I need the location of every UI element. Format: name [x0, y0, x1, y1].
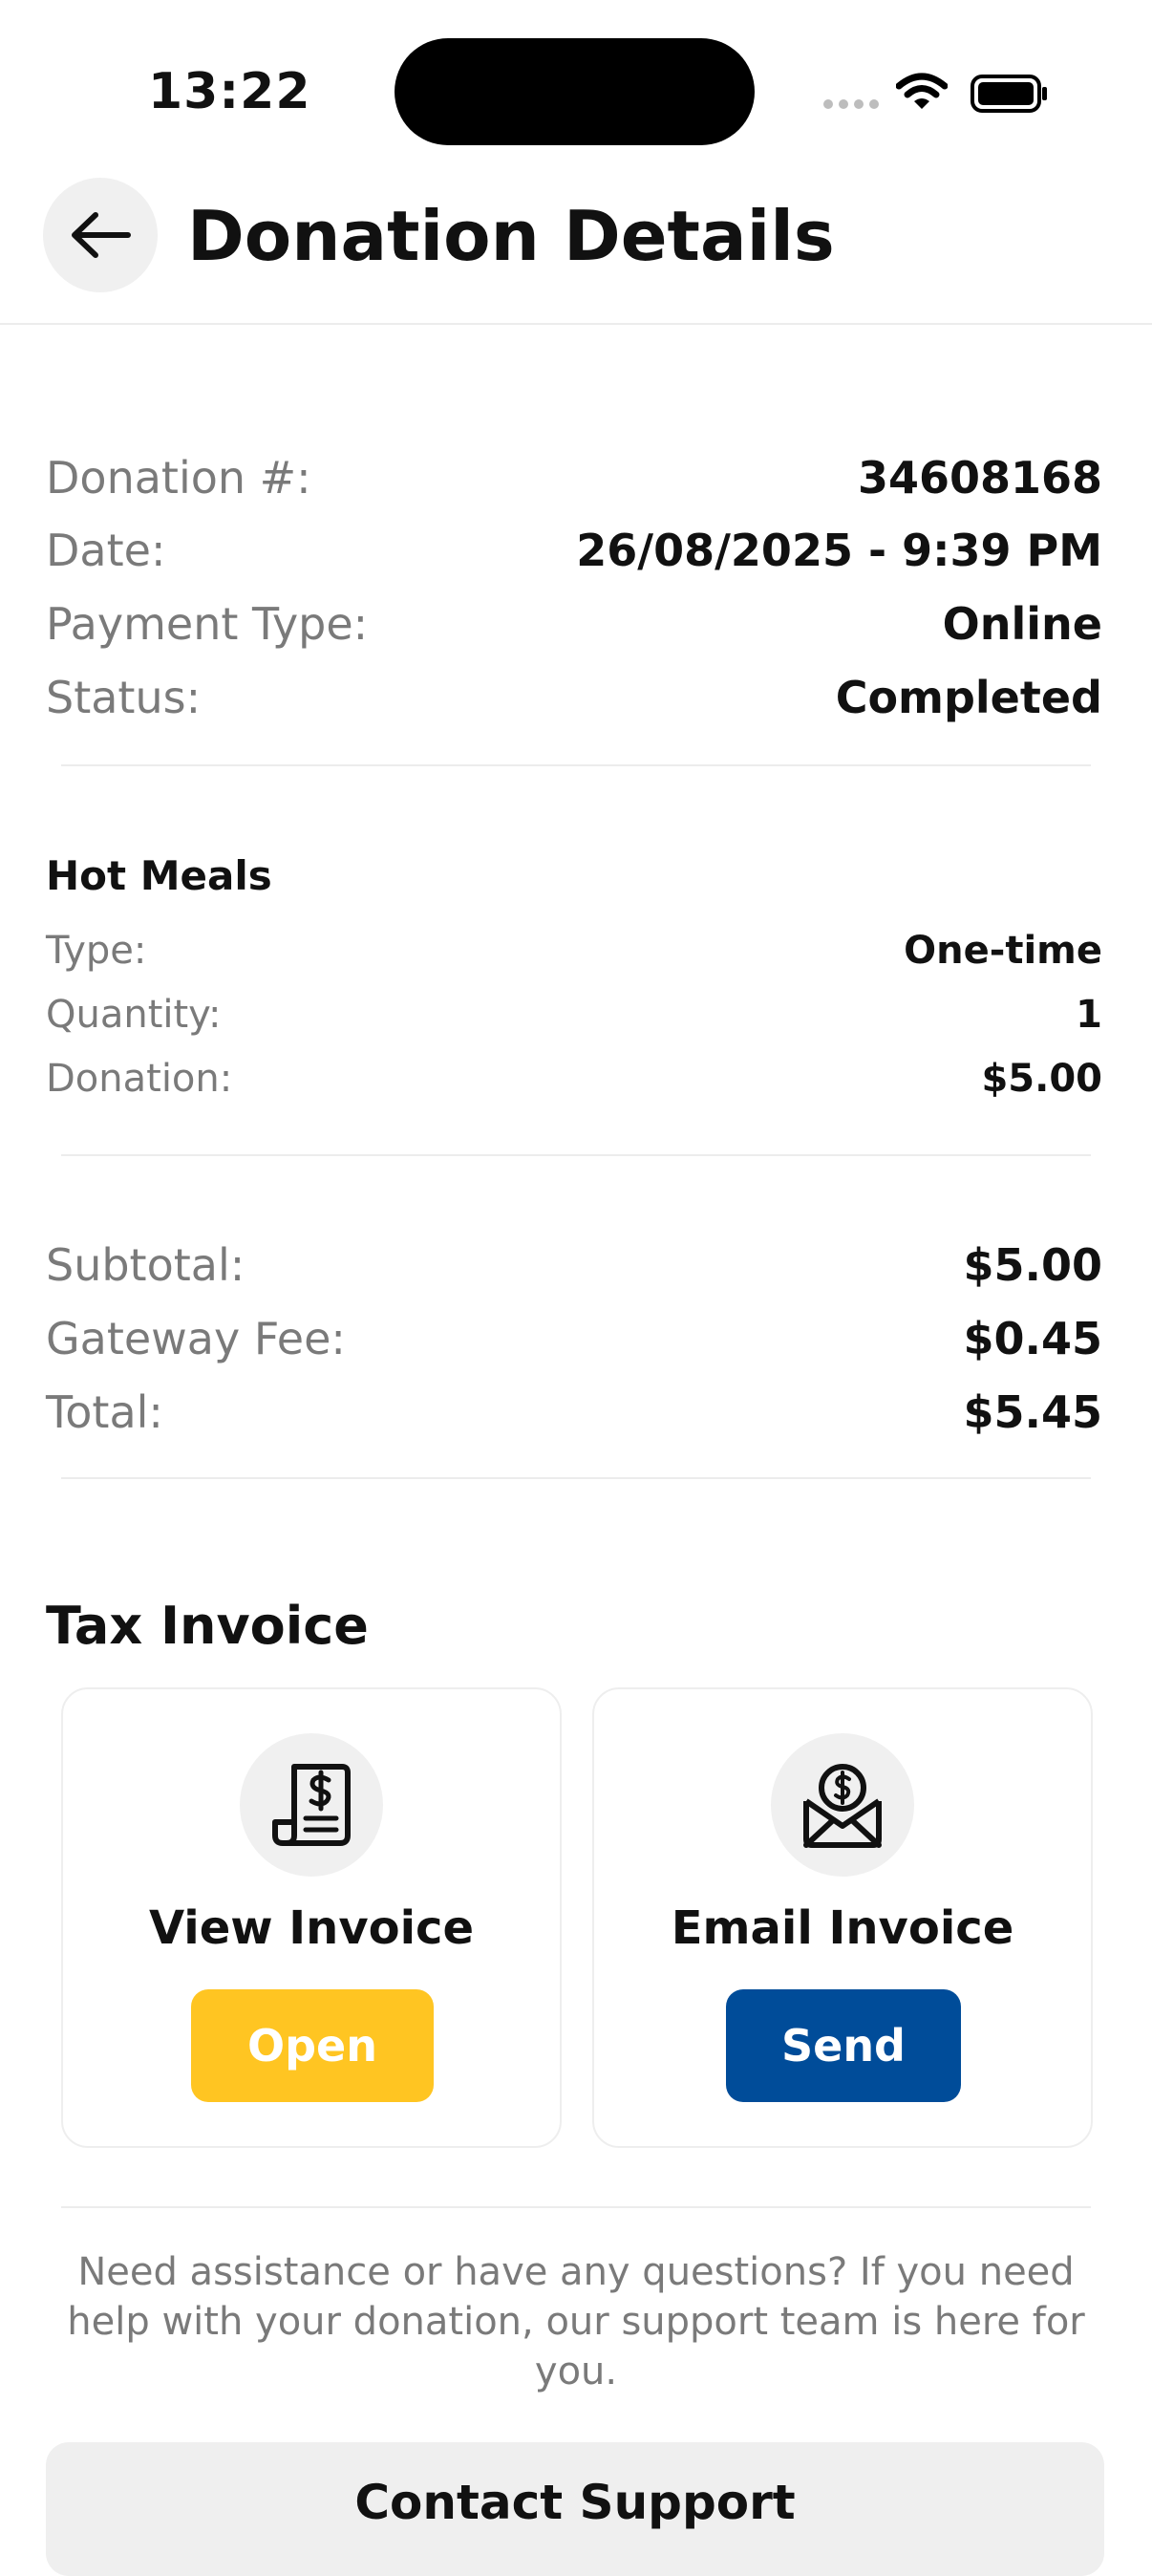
email-invoice-title: Email Invoice — [671, 1901, 1014, 1955]
tax-invoice-heading: Tax Invoice — [46, 1596, 369, 1656]
row-label: Donation #: — [46, 452, 311, 504]
status-time: 13:22 — [148, 63, 311, 120]
payment-type-row: Payment Type: Online — [46, 590, 1102, 657]
dynamic-island — [395, 38, 755, 145]
item-quantity-value: 1 — [1076, 993, 1102, 1037]
date-value: 26/08/2025 - 9:39 PM — [576, 525, 1102, 576]
row-label: Quantity: — [46, 993, 222, 1037]
status-value: Completed — [835, 672, 1102, 723]
donation-number-row: Donation #: 34608168 — [46, 444, 1102, 511]
subtotal-value: $5.00 — [963, 1239, 1102, 1291]
total-value: $5.45 — [963, 1386, 1102, 1438]
invoice-dollar-icon — [272, 1764, 351, 1846]
invoice-cards: View Invoice Open Email Invoice Send — [61, 1687, 1093, 2148]
row-label: Subtotal: — [46, 1239, 245, 1291]
payment-type-value: Online — [942, 598, 1102, 650]
invoice-icon-circle — [240, 1733, 383, 1877]
date-row: Date: 26/08/2025 - 9:39 PM — [46, 517, 1102, 584]
row-label: Total: — [46, 1386, 163, 1438]
status-bar: 13:22 — [0, 0, 1152, 172]
item-quantity-row: Quantity: 1 — [46, 985, 1102, 1044]
support-text: Need assistance or have any questions? I… — [67, 2250, 1085, 2394]
status-row: Status: Completed — [46, 664, 1102, 731]
cellular-signal-icon — [823, 99, 879, 109]
open-invoice-button[interactable]: Open — [191, 1989, 434, 2102]
email-icon-circle — [771, 1733, 914, 1877]
send-invoice-button[interactable]: Send — [726, 1989, 961, 2102]
email-invoice-card: Email Invoice Send — [592, 1687, 1093, 2148]
row-label: Payment Type: — [46, 598, 369, 650]
divider — [61, 1477, 1091, 1479]
gateway-fee-value: $0.45 — [963, 1313, 1102, 1364]
item-name: Hot Meals — [46, 852, 272, 899]
item-type-row: Type: One-time — [46, 921, 1102, 980]
email-dollar-icon — [803, 1764, 882, 1848]
item-donation-row: Donation: $5.00 — [46, 1049, 1102, 1108]
row-label: Status: — [46, 672, 202, 723]
donation-number-value: 34608168 — [857, 452, 1102, 504]
wifi-icon — [896, 73, 948, 109]
subtotal-row: Subtotal: $5.00 — [46, 1232, 1102, 1299]
contact-support-label: Contact Support — [354, 2475, 796, 2530]
arrow-left-icon — [72, 212, 131, 258]
item-donation-value: $5.00 — [981, 1057, 1102, 1101]
item-type-value: One-time — [904, 929, 1102, 973]
page-title: Donation Details — [187, 196, 835, 276]
view-invoice-card: View Invoice Open — [61, 1687, 562, 2148]
row-label: Donation: — [46, 1057, 233, 1101]
header: Donation Details — [0, 172, 1152, 325]
total-row: Total: $5.45 — [46, 1379, 1102, 1446]
view-invoice-title: View Invoice — [148, 1901, 475, 1955]
contact-support-button[interactable]: Contact Support — [46, 2442, 1104, 2576]
divider — [61, 2206, 1091, 2208]
row-label: Date: — [46, 525, 166, 576]
divider — [61, 1154, 1091, 1156]
row-label: Type: — [46, 929, 147, 973]
back-button[interactable] — [43, 178, 158, 292]
battery-icon — [971, 75, 1047, 113]
row-label: Gateway Fee: — [46, 1313, 346, 1364]
divider — [61, 764, 1091, 766]
gateway-fee-row: Gateway Fee: $0.45 — [46, 1305, 1102, 1372]
